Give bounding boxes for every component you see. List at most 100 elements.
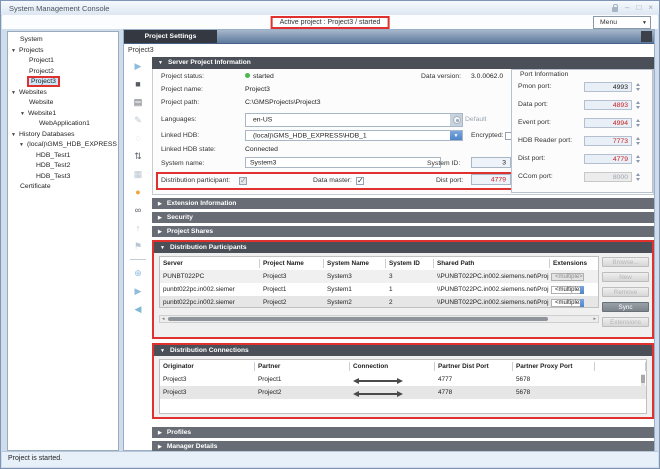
extensions-combobox[interactable]: <multiple> <box>551 286 584 294</box>
col-system-name[interactable]: System Name <box>324 259 386 268</box>
scrollbar-thumb[interactable] <box>641 375 645 383</box>
default-language-radio[interactable] <box>453 116 461 124</box>
dist-port-info-input[interactable]: 4779 <box>584 154 632 164</box>
col-originator[interactable]: Originator <box>160 362 255 371</box>
col-shared-path[interactable]: Shared Path <box>434 259 550 268</box>
section-header-distribution-participants[interactable]: ▼Distribution Participants <box>154 242 652 253</box>
scroll-right-icon[interactable]: ▸ <box>593 316 596 322</box>
participants-row-1[interactable]: PUNBT022PC Project3 System3 3 \\PUNBT022… <box>160 270 598 283</box>
participants-h-scrollbar[interactable]: ◂ ▸ <box>159 315 599 323</box>
tree-item-websites[interactable]: ▼Websites <box>8 88 118 99</box>
tree-item-hdb-test2[interactable]: HDB_Test2 <box>8 161 118 172</box>
data-port-spinner[interactable] <box>634 100 641 110</box>
add-icon[interactable]: ⊕ <box>126 264 150 282</box>
distribution-connections-body: Originator Partner Connection Partner Di… <box>154 356 652 417</box>
section-header-profiles[interactable]: ▶Profiles <box>152 427 654 438</box>
col-project-name[interactable]: Project Name <box>260 259 324 268</box>
col-server[interactable]: Server <box>160 259 260 268</box>
section-header-extension-information[interactable]: ▶Extension Information <box>152 198 654 209</box>
expander-icon[interactable]: ▼ <box>11 130 19 141</box>
settings-sections: ▼Server Project Information Project stat… <box>152 57 654 455</box>
hdb-reader-port-spinner[interactable] <box>634 136 641 146</box>
languages-combobox[interactable]: en-US ▼ <box>245 113 463 127</box>
tab-strip-end-button[interactable] <box>641 31 652 42</box>
deactivate-icon[interactable]: ◀ <box>126 300 150 318</box>
expander-icon[interactable]: ▼ <box>11 88 19 99</box>
tree-item-projects[interactable]: ▼Projects <box>8 46 118 57</box>
start-project-icon[interactable]: ▶ <box>126 57 150 75</box>
event-port-spinner[interactable] <box>634 118 641 128</box>
tree-item-webapplication1[interactable]: WebApplication1 <box>8 119 118 130</box>
project-document-icon[interactable]: ▤ <box>126 93 150 111</box>
scroll-left-icon[interactable]: ◂ <box>162 316 165 322</box>
section-header-security[interactable]: ▶Security <box>152 212 654 223</box>
section-header-server-project-information[interactable]: ▼Server Project Information <box>152 57 654 69</box>
tree-item-website1[interactable]: ▼Website1 <box>8 109 118 120</box>
extensions-combobox[interactable]: <multiple> <box>551 299 584 307</box>
menu-dropdown[interactable]: Menu ▼ <box>593 16 651 29</box>
pmon-port-spinner[interactable] <box>634 82 641 92</box>
data-version-label: Data version: <box>421 73 461 80</box>
restore-icon[interactable]: ● <box>126 183 150 201</box>
data-master-checkbox[interactable] <box>356 177 364 185</box>
expander-icon[interactable]: ▼ <box>20 109 28 120</box>
participants-row-2[interactable]: punbt022pc.in002.siemer Project1 System1… <box>160 283 598 296</box>
browse-button: Browse... <box>602 257 649 267</box>
participants-row-3[interactable]: punbt022pc.in002.siemer Project2 System2… <box>160 296 598 308</box>
sort-sync-icon[interactable]: ⇅ <box>126 147 150 165</box>
maximize-button[interactable]: □ <box>636 3 641 12</box>
event-port-input[interactable]: 4994 <box>584 118 632 128</box>
tree-item-project1[interactable]: Project1 <box>8 56 118 67</box>
system-id-label: System ID: <box>427 160 460 167</box>
activate-icon[interactable]: ▶ <box>126 282 150 300</box>
tree-item-system[interactable]: System <box>8 35 118 46</box>
section-header-project-shares[interactable]: ▶Project Shares <box>152 226 654 237</box>
col-partner-proxy-port[interactable]: Partner Proxy Port <box>513 362 595 371</box>
active-project-banner: Active project : Project3 / started <box>271 16 390 29</box>
connections-row-1[interactable]: Project3 Project1 4777 5678 <box>160 373 646 386</box>
col-partner[interactable]: Partner <box>255 362 350 371</box>
dist-port-info-spinner[interactable] <box>634 154 641 164</box>
tab-project-settings[interactable]: Project Settings <box>124 30 217 43</box>
sync-button[interactable]: Sync <box>602 302 649 312</box>
tree-item-project2[interactable]: Project2 <box>8 67 118 78</box>
connections-v-scrollbar[interactable] <box>641 374 645 394</box>
project-status-label: Project status: <box>161 73 204 80</box>
tree-item-hdb-test1[interactable]: HDB_Test1 <box>8 151 118 162</box>
distribution-participant-checkbox <box>239 177 247 185</box>
col-system-id[interactable]: System ID <box>386 259 434 268</box>
tree-item-gms-hdb-express[interactable]: ▼(local)\GMS_HDB_EXPRESS <box>8 140 118 151</box>
tree-item-history-databases[interactable]: ▼History Databases <box>8 130 118 141</box>
connections-row-2[interactable]: Project3 Project2 4778 5678 <box>160 386 646 399</box>
connections-table: Originator Partner Connection Partner Di… <box>159 359 647 414</box>
data-port-input[interactable]: 4893 <box>584 100 632 110</box>
col-connection[interactable]: Connection <box>350 362 435 371</box>
hdb-reader-port-input[interactable]: 7773 <box>584 136 632 146</box>
event-port-label: Event port: <box>518 119 551 126</box>
pmon-port-input[interactable]: 4993 <box>584 82 632 92</box>
link-projects-icon[interactable]: ∞ <box>126 201 150 219</box>
linked-hdb-combobox[interactable]: (local)\GMS_HDB_EXPRESS\HDB_1 ▼ <box>245 130 463 141</box>
system-name-input[interactable]: System3 <box>245 157 441 168</box>
ccom-port-spinner <box>634 172 641 182</box>
tree-item-website[interactable]: Website <box>8 98 118 109</box>
close-button[interactable]: × <box>648 3 653 12</box>
save-icon: ▦ <box>126 165 150 183</box>
encrypted-label: Encrypted: <box>471 132 504 139</box>
selected-tree-item[interactable]: Project3 <box>29 78 58 85</box>
scrollbar-thumb[interactable] <box>168 317 548 321</box>
tree-item-hdb-test3[interactable]: HDB_Test3 <box>8 172 118 183</box>
col-partner-dist-port[interactable]: Partner Dist Port <box>435 362 513 371</box>
distribution-participants-section: ▼Distribution Participants Server Projec… <box>152 240 654 339</box>
stop-project-icon[interactable]: ■ <box>126 75 150 93</box>
tree-item-certificate[interactable]: Certificate <box>8 182 118 193</box>
expander-icon[interactable]: ▼ <box>19 140 27 151</box>
dist-port-input[interactable]: 4779 <box>471 174 511 185</box>
expander-icon[interactable]: ▼ <box>11 46 19 57</box>
project-status-value: started <box>245 73 274 80</box>
tree-item-project3[interactable]: Project3 <box>8 77 118 88</box>
minimize-button[interactable]: – <box>625 3 629 12</box>
col-extensions[interactable]: Extensions <box>550 259 599 268</box>
section-header-distribution-connections[interactable]: ▼Distribution Connections <box>154 345 652 356</box>
system-id-input[interactable]: 3 <box>471 157 511 168</box>
